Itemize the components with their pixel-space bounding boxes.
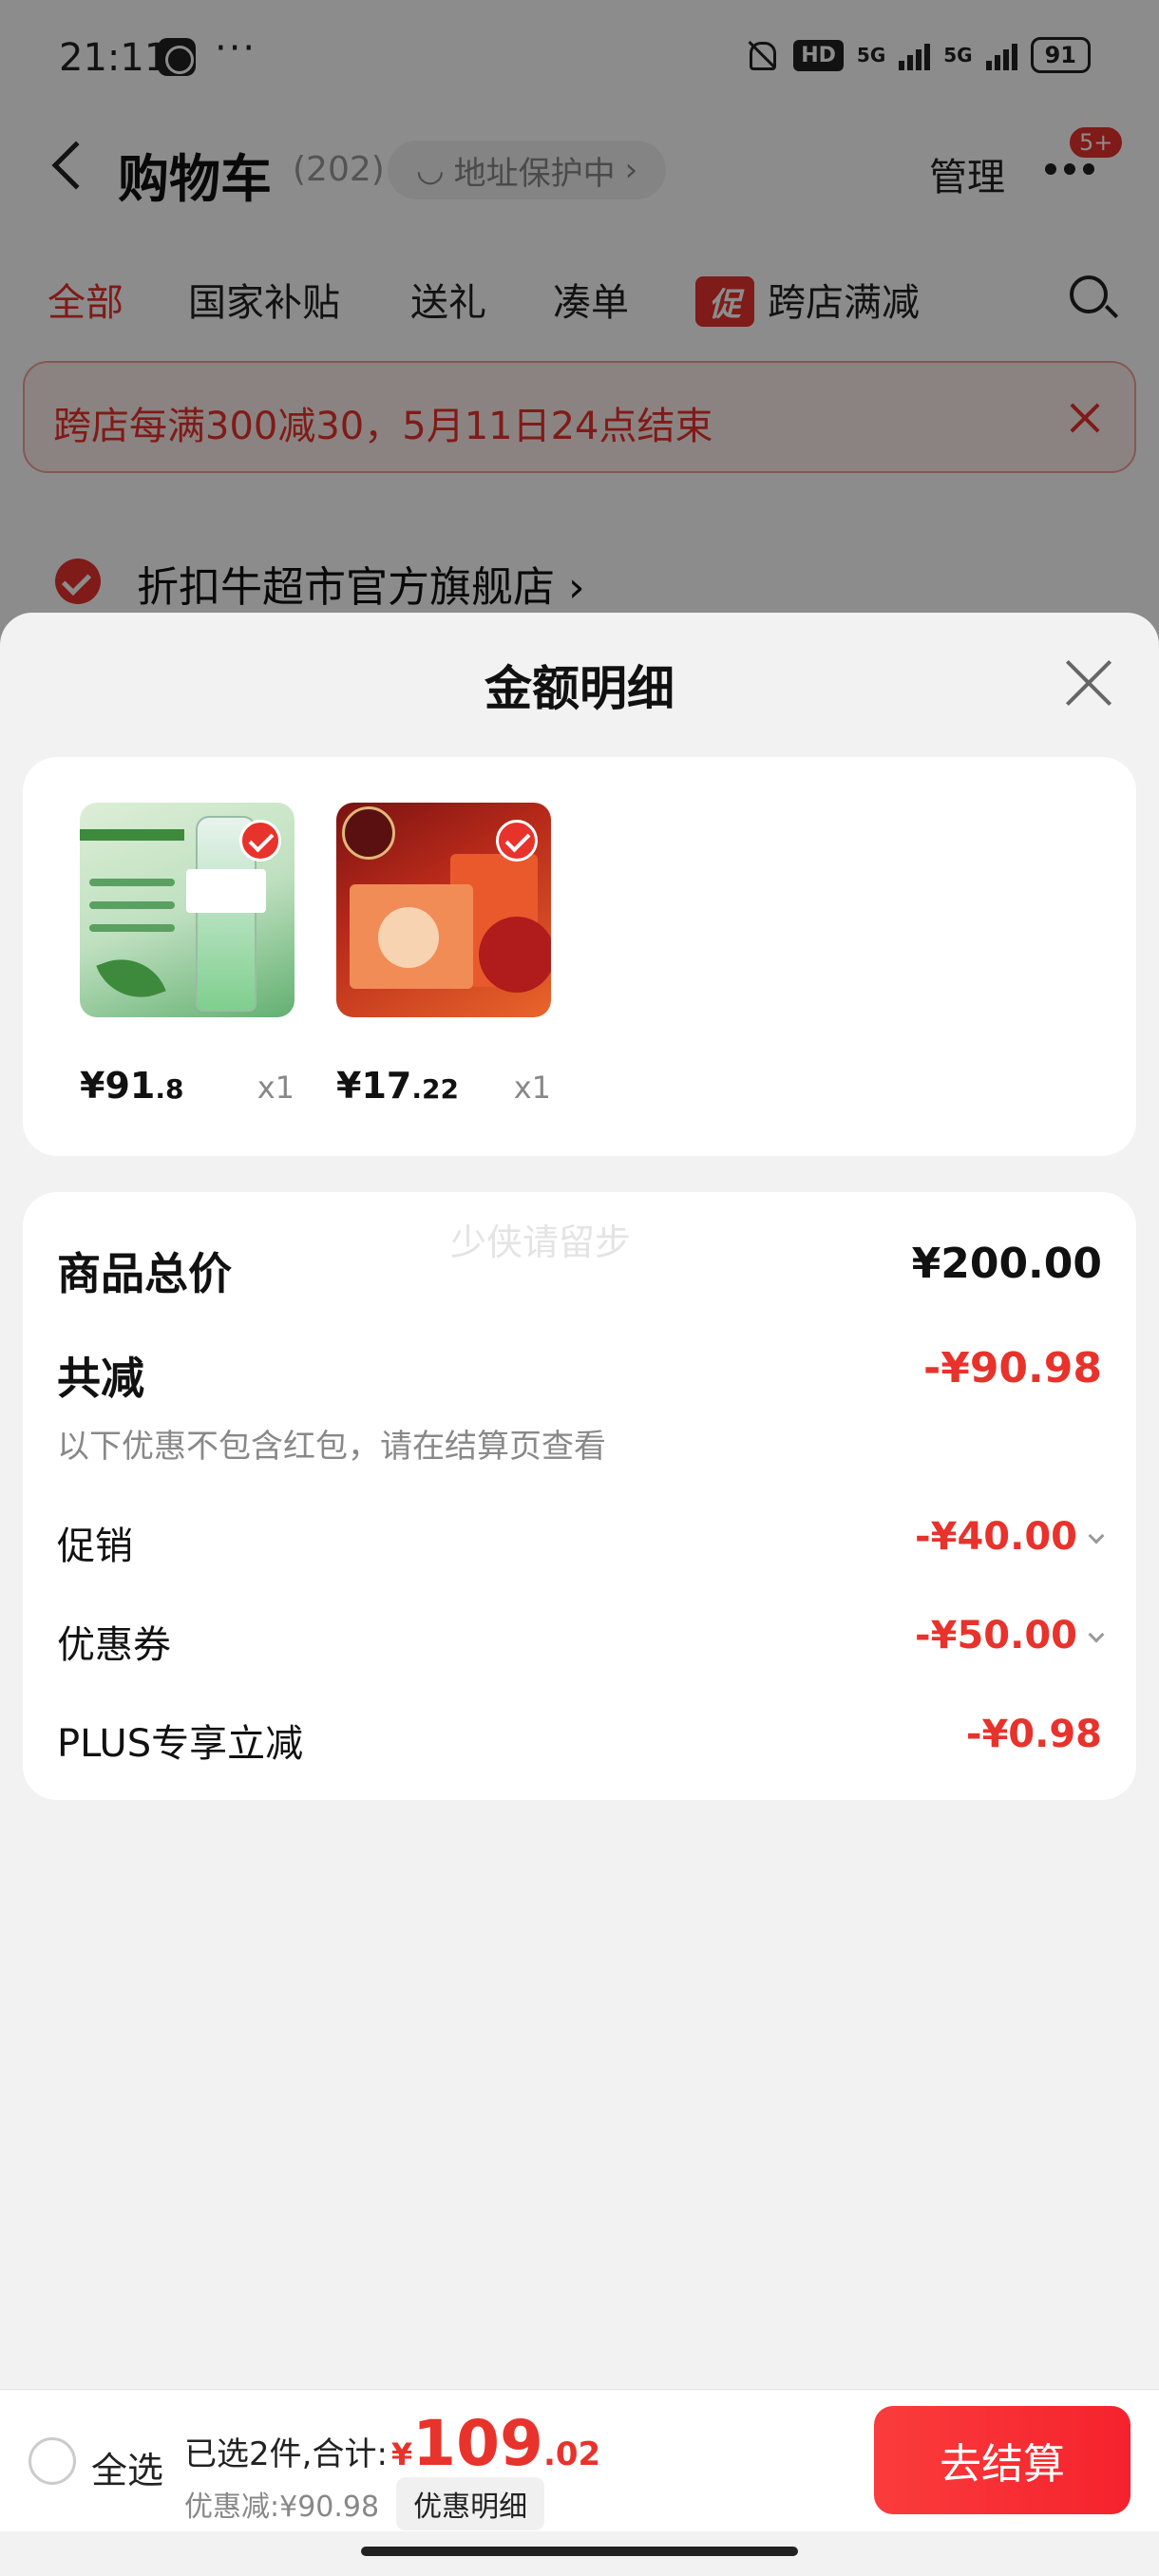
promotion-label: 促销 bbox=[57, 1525, 133, 1568]
price-detail-card: 少侠请留步 商品总价 ¥200.00 共减 -¥90.98 以下优惠不包含红包，… bbox=[23, 1192, 1136, 1800]
checkout-bar: 全选 已选2件,合计: ¥ 109 .02 优惠减:¥90.98 优惠明细 去结… bbox=[0, 2389, 1159, 2531]
product-quantity: x1 bbox=[513, 1070, 551, 1106]
product-item[interactable]: ¥91.8 x1 bbox=[80, 803, 294, 1107]
total-reduction-value: -¥90.98 bbox=[922, 1344, 1102, 1392]
select-all-label[interactable]: 全选 bbox=[91, 2441, 163, 2493]
product-quantity: x1 bbox=[256, 1070, 294, 1106]
gift-box-shape bbox=[350, 884, 473, 989]
dim-overlay[interactable] bbox=[0, 0, 1159, 665]
selected-count-text: 已选2件,合计: bbox=[184, 2435, 388, 2473]
product-price: ¥17.22 bbox=[336, 1065, 459, 1107]
product-price: ¥91.8 bbox=[80, 1065, 183, 1107]
coupon-amount: -¥50.00 bbox=[915, 1614, 1077, 1657]
chevron-down-icon bbox=[1088, 1527, 1105, 1544]
selected-products-card: ¥91.8 x1 ¥17.22 x1 bbox=[23, 757, 1136, 1156]
check-icon bbox=[239, 820, 281, 862]
chevron-down-icon bbox=[1088, 1626, 1105, 1643]
discount-detail-button[interactable]: 优惠明细 bbox=[396, 2477, 545, 2530]
home-indicator[interactable] bbox=[361, 2547, 798, 2556]
close-icon[interactable] bbox=[1064, 658, 1113, 708]
price-dec: .22 bbox=[411, 1073, 459, 1105]
coupon-value: -¥50.00 bbox=[915, 1614, 1105, 1657]
promotion-value: -¥40.00 bbox=[915, 1515, 1105, 1559]
label-line bbox=[89, 901, 175, 909]
promotion-row[interactable]: 促销 -¥40.00 bbox=[57, 1515, 1105, 1570]
currency-symbol: ¥ bbox=[390, 2436, 413, 2472]
plus-discount-label: PLUS专享立减 bbox=[57, 1722, 304, 1766]
total-price-row: 商品总价 ¥200.00 bbox=[57, 1240, 1102, 1302]
price-int: ¥17 bbox=[336, 1065, 412, 1107]
product-item[interactable]: ¥17.22 x1 bbox=[336, 803, 551, 1107]
label-line bbox=[89, 924, 175, 932]
bottle-label bbox=[186, 869, 266, 913]
reduction-note: 以下优惠不包含红包，请在结算页查看 bbox=[57, 1428, 606, 1466]
checkout-button[interactable]: 去结算 bbox=[874, 2406, 1130, 2514]
select-all-radio[interactable] bbox=[28, 2437, 76, 2485]
product-image bbox=[80, 803, 294, 1017]
total-summary: 已选2件,合计: ¥ 109 .02 bbox=[184, 2407, 600, 2480]
discount-text: 优惠减:¥90.98 bbox=[184, 2491, 380, 2524]
label-strip bbox=[80, 829, 184, 841]
price-int: ¥91 bbox=[80, 1065, 156, 1107]
plus-discount-row: PLUS专享立减 -¥0.98 bbox=[57, 1713, 1102, 1768]
discount-summary: 优惠减:¥90.98 优惠明细 bbox=[184, 2477, 545, 2530]
check-icon bbox=[496, 820, 538, 862]
promotion-amount: -¥40.00 bbox=[915, 1515, 1077, 1559]
brand-logo bbox=[342, 806, 395, 860]
coupon-label: 优惠券 bbox=[57, 1623, 171, 1667]
coupon-row[interactable]: 优惠券 -¥50.00 bbox=[57, 1614, 1105, 1669]
total-integer: 109 bbox=[412, 2407, 543, 2480]
total-reduction-label: 共减 bbox=[57, 1353, 144, 1404]
total-reduction-row: 共减 -¥90.98 以下优惠不包含红包，请在结算页查看 bbox=[57, 1344, 1102, 1467]
total-price-value: ¥200.00 bbox=[911, 1240, 1102, 1288]
total-price-label: 商品总价 bbox=[57, 1248, 232, 1299]
product-image bbox=[336, 803, 551, 1017]
total-decimal: .02 bbox=[542, 2435, 601, 2473]
label-line bbox=[89, 879, 175, 886]
price-dec: .8 bbox=[155, 1073, 184, 1105]
amount-detail-sheet: 金额明细 ¥91.8 x1 ¥17.22 x1 少侠请留步 商品总价 ¥200.… bbox=[0, 613, 1159, 2389]
fan-shape bbox=[479, 917, 551, 993]
sheet-title: 金额明细 bbox=[484, 661, 674, 716]
plus-discount-value: -¥0.98 bbox=[965, 1713, 1102, 1756]
leaf-shape bbox=[96, 946, 166, 1011]
